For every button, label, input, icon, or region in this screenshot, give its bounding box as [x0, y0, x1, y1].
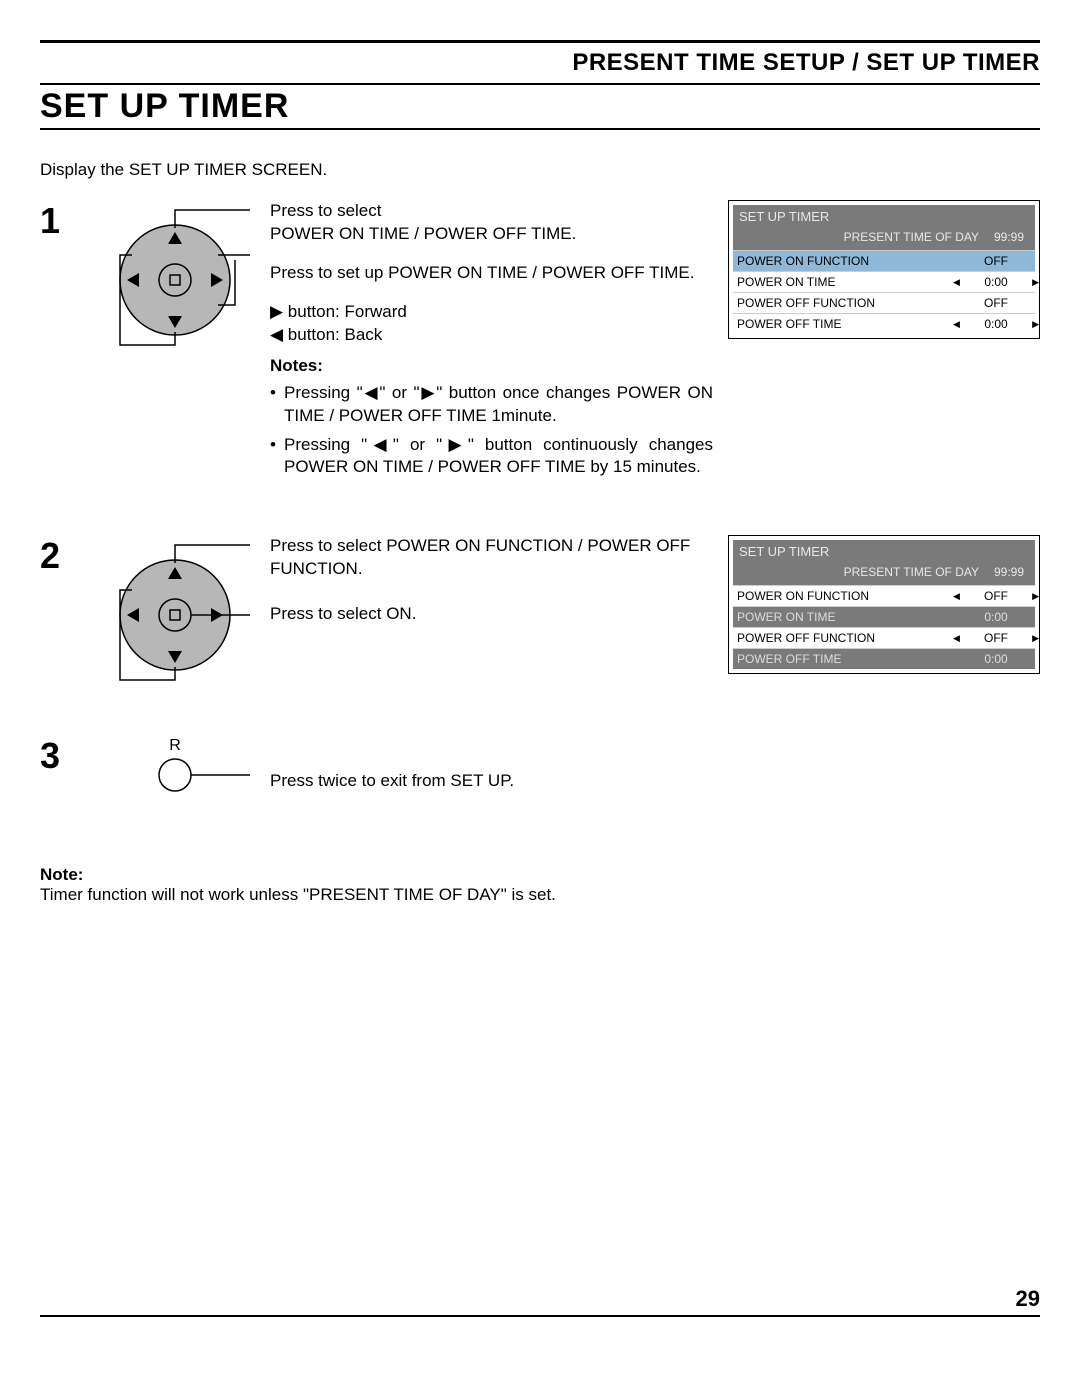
footer-note-label: Note:	[40, 865, 1040, 885]
osd1-row-2: POWER OFF FUNCTION OFF	[733, 292, 1035, 313]
step1-back: ◀ button: Back	[270, 325, 382, 344]
step2-line1: Press to select POWER ON FUNCTION / POWE…	[270, 535, 713, 581]
r-button-icon: R	[100, 735, 250, 805]
step1-line1: Press to select	[270, 201, 382, 220]
step-1: 1 Pre	[40, 200, 1040, 485]
step1-note2: Pressing "◀" or "▶" button continuously …	[270, 434, 713, 480]
osd1-present-label: PRESENT TIME OF DAY	[844, 230, 979, 244]
dpad-icon	[100, 535, 250, 685]
step1-line1b: POWER ON TIME / POWER OFF TIME.	[270, 224, 576, 243]
step-2: 2 Press to select POWER ON	[40, 535, 1040, 685]
step1-fwd: ▶ button: Forward	[270, 302, 407, 321]
osd1-present-val: 99:99	[989, 230, 1029, 244]
osd1-row-0: POWER ON FUNCTION OFF	[733, 250, 1035, 271]
step1-note1: Pressing "◀" or "▶" button once changes …	[270, 382, 713, 428]
dpad-icon	[100, 200, 250, 350]
osd2-row-2: POWER OFF FUNCTION ◀OFF▶	[733, 627, 1035, 648]
intro-text: Display the SET UP TIMER SCREEN.	[40, 160, 1040, 180]
step-2-number: 2	[40, 535, 60, 577]
page-header-breadcrumb: PRESENT TIME SETUP / SET UP TIMER	[40, 45, 1040, 83]
step-3: 3 R Press twice to exit from SET UP.	[40, 735, 1040, 805]
page-number: 29	[1016, 1286, 1040, 1312]
osd1-row-3: POWER OFF TIME ◀0:00▶	[733, 313, 1035, 334]
osd2-row-1: POWER ON TIME 0:00	[733, 606, 1035, 627]
osd1-title: SET UP TIMER	[733, 205, 1035, 228]
step1-line2: Press to set up POWER ON TIME / POWER OF…	[270, 262, 713, 285]
osd2-present-label: PRESENT TIME OF DAY	[844, 565, 979, 579]
osd2-row-0: POWER ON FUNCTION ◀OFF▶	[733, 585, 1035, 606]
footer-note-text: Timer function will not work unless "PRE…	[40, 885, 1040, 905]
section-title: SET UP TIMER	[40, 87, 1040, 128]
step-3-number: 3	[40, 735, 60, 777]
svg-text:R: R	[169, 737, 181, 754]
step1-notes-label: Notes:	[270, 355, 713, 378]
step3-line1: Press twice to exit from SET UP.	[270, 771, 514, 790]
osd-panel-2: SET UP TIMER PRESENT TIME OF DAY 99:99 P…	[728, 535, 1040, 674]
osd1-row-1: POWER ON TIME ◀0:00▶	[733, 271, 1035, 292]
osd2-present-val: 99:99	[989, 565, 1029, 579]
step-1-number: 1	[40, 200, 60, 242]
osd2-row-3: POWER OFF TIME 0:00	[733, 648, 1035, 669]
step2-line2: Press to select ON.	[270, 603, 713, 626]
osd-panel-1: SET UP TIMER PRESENT TIME OF DAY 99:99 P…	[728, 200, 1040, 339]
osd2-title: SET UP TIMER	[733, 540, 1035, 563]
footer-note: Note: Timer function will not work unles…	[40, 865, 1040, 905]
